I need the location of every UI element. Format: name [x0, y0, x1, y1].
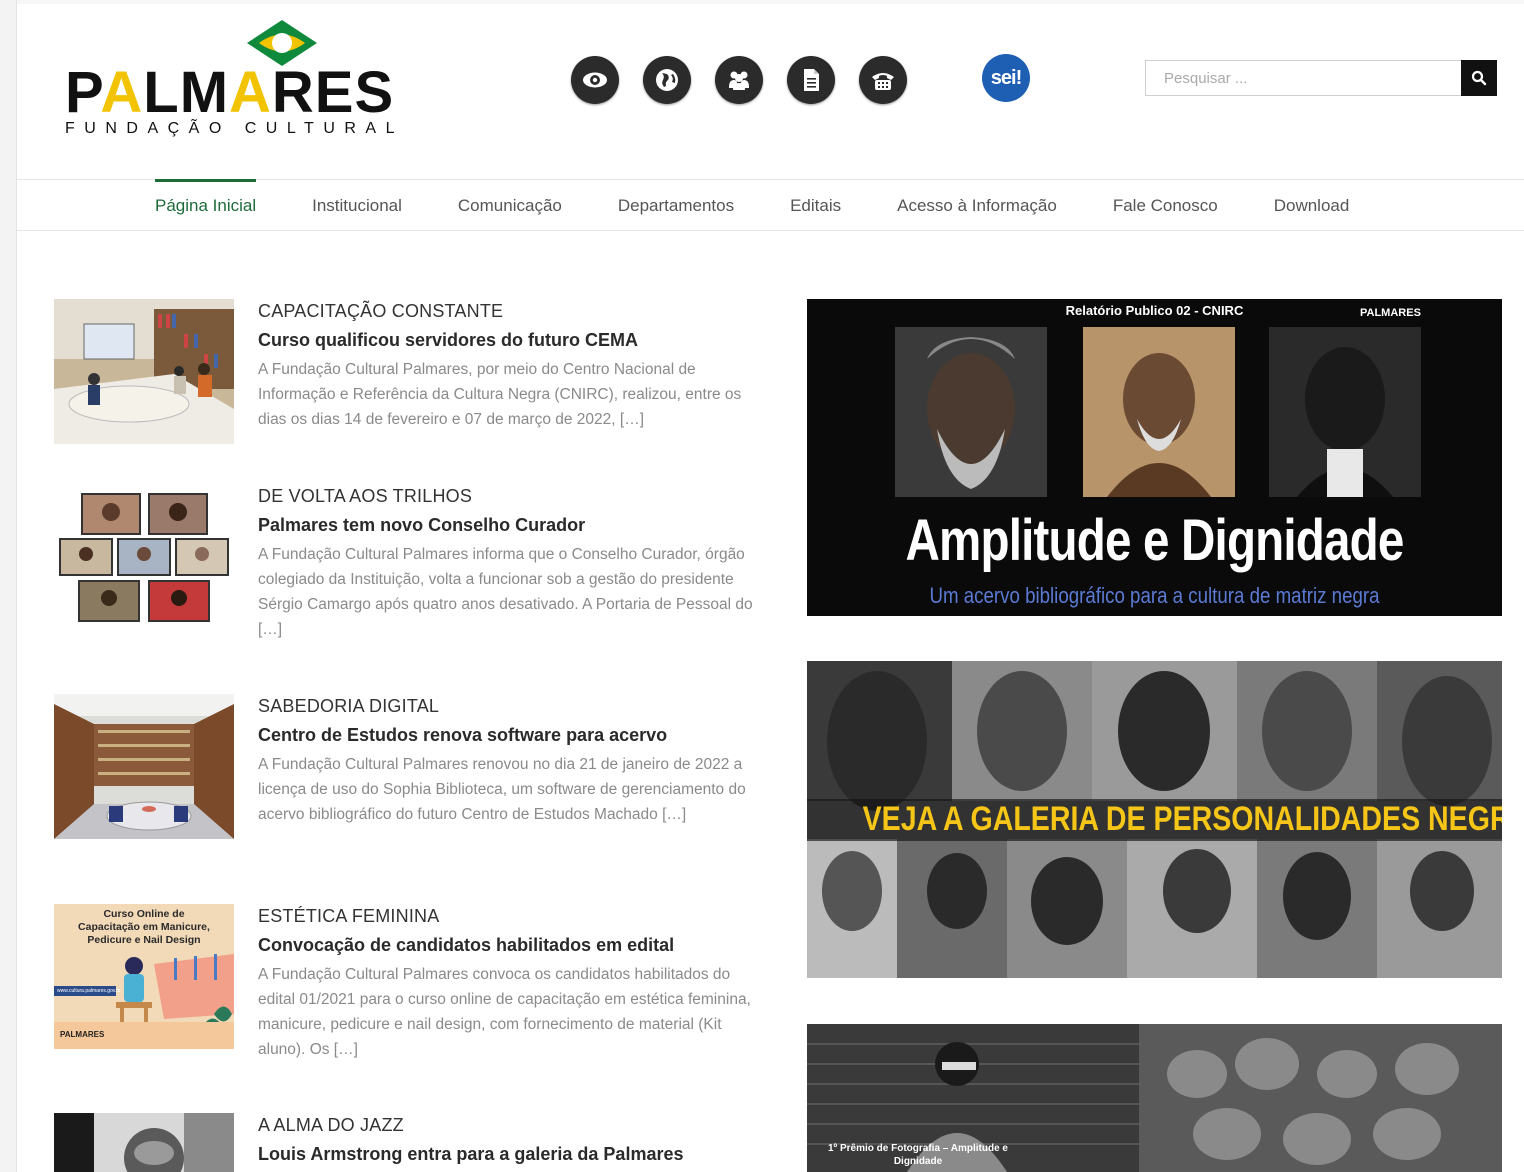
banner-title: Amplitude e Dignidade — [905, 508, 1404, 573]
banner-premio-fotografia[interactable]: 1º Prêmio de Fotografia – Amplitude e Di… — [807, 1024, 1502, 1172]
news-kicker: A ALMA DO JAZZ — [258, 1115, 404, 1135]
news-thumbnail[interactable] — [54, 484, 234, 629]
news-kicker: ESTÉTICA FEMININA — [258, 906, 440, 926]
news-headline[interactable]: Louis Armstrong entra para a galeria da … — [258, 1144, 754, 1165]
news-thumbnail[interactable] — [54, 694, 234, 839]
news-headline[interactable]: Convocação de candidatos habilitados em … — [258, 935, 754, 956]
people-icon[interactable] — [715, 56, 763, 104]
telephone-icon[interactable] — [859, 56, 907, 104]
news-thumbnail[interactable]: Curso Online de Capacitação em Manicure,… — [54, 904, 234, 1049]
thumb-url: www.cultura.palmares.gov.br — [57, 988, 121, 994]
nav-item-editais[interactable]: Editais — [790, 180, 841, 232]
news-excerpt: A Fundação Cultural Palmares, por meio d… — [258, 361, 742, 428]
thumb-logo-text: PALMARES — [60, 1030, 105, 1039]
palmares-logo[interactable]: PALMARES FUNDAÇÃO CULTURAL — [65, 18, 410, 142]
news-kicker: DE VOLTA AOS TRILHOS — [258, 486, 473, 506]
news-headline[interactable]: Curso qualificou servidores do futuro CE… — [258, 330, 754, 351]
news-headline[interactable]: Palmares tem novo Conselho Curador — [258, 515, 754, 536]
eye-icon[interactable] — [571, 56, 619, 104]
news-excerpt: A Fundação Cultural Palmares renovou no … — [258, 756, 746, 823]
globe-icon[interactable] — [643, 56, 691, 104]
search-input[interactable] — [1145, 60, 1461, 96]
banner-amplitude-dignidade[interactable]: Relatório Publico 02 - CNIRC PALMARES Am… — [807, 299, 1502, 616]
sei-link-icon[interactable]: sei! — [982, 54, 1030, 102]
nav-item-institucional[interactable]: Institucional — [312, 180, 402, 232]
quick-links — [571, 56, 907, 104]
nav-item-download[interactable]: Download — [1274, 180, 1350, 232]
logo-subtitle: FUNDAÇÃO CULTURAL — [65, 120, 404, 137]
banner-logo-text: PALMARES — [1360, 307, 1421, 319]
document-icon[interactable] — [787, 56, 835, 104]
news-thumbnail[interactable] — [54, 1113, 234, 1172]
left-margin — [0, 0, 17, 1172]
search-icon — [1471, 70, 1487, 86]
nav-item-acesso-informacao[interactable]: Acesso à Informação — [897, 180, 1057, 232]
nav-item-pagina-inicial[interactable]: Página Inicial — [155, 179, 257, 232]
banner-galeria-personalidades[interactable]: VEJA A GALERIA DE PERSONALIDADES NEGRAS — [807, 661, 1502, 978]
news-excerpt: A Fundação Cultural Palmares convoca os … — [258, 966, 751, 1058]
search-box — [1145, 60, 1497, 96]
news-excerpt: A Fundação Cultural Palmares informa que… — [258, 546, 753, 638]
news-kicker: CAPACITAÇÃO CONSTANTE — [258, 301, 504, 321]
banner-title: VEJA A GALERIA DE PERSONALIDADES NEGRAS — [862, 800, 1502, 838]
nav-item-departamentos[interactable]: Departamentos — [618, 180, 734, 232]
site-header: PALMARES FUNDAÇÃO CULTURAL sei! — [17, 4, 1524, 179]
news-thumbnail[interactable] — [54, 299, 234, 444]
news-kicker: SABEDORIA DIGITAL — [258, 696, 440, 716]
banner-caption: 1º Prêmio de Fotografia – Amplitude e Di… — [828, 1143, 1008, 1167]
nav-item-comunicacao[interactable]: Comunicação — [458, 180, 562, 232]
news-headline[interactable]: Centro de Estudos renova software para a… — [258, 725, 754, 746]
logo-wordmark: PALMARES — [65, 60, 395, 125]
banner-subtitle: Um acervo bibliográfico para a cultura d… — [929, 583, 1380, 608]
nav-item-fale-conosco[interactable]: Fale Conosco — [1113, 180, 1218, 232]
main-nav: Página Inicial Institucional Comunicação… — [17, 179, 1524, 231]
search-button[interactable] — [1461, 60, 1497, 96]
